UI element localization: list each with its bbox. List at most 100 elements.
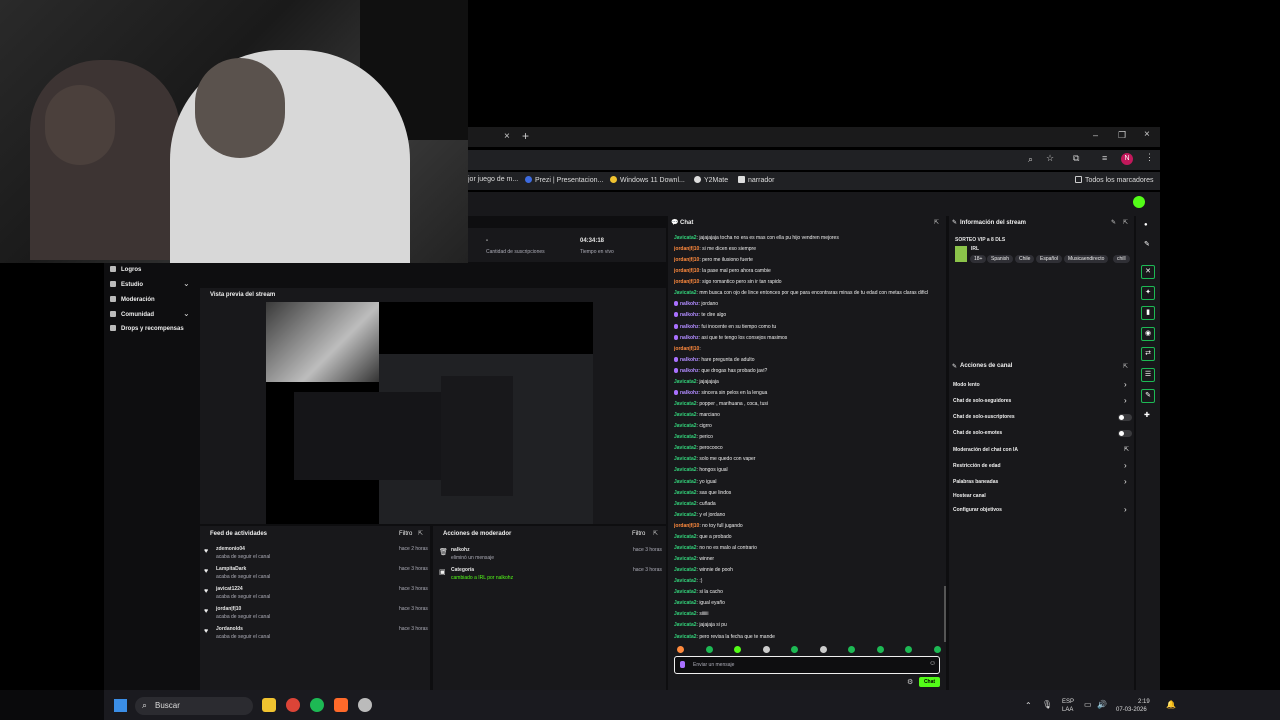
volume-icon[interactable]: 🔊 (1097, 700, 1107, 709)
chevron-right-icon[interactable]: › (1124, 461, 1127, 470)
chat-username[interactable]: jordan|f|10 (674, 246, 699, 252)
mod-filter-button[interactable]: Filtro (632, 531, 645, 537)
language-top[interactable]: ESP (1062, 699, 1074, 705)
chat-username[interactable]: Javicata2 (674, 578, 697, 584)
tag[interactable]: chill (1113, 255, 1130, 263)
activity-user[interactable]: jordan|f|10 (216, 606, 241, 612)
chevron-right-icon[interactable]: › (1124, 396, 1127, 405)
sidebar-item-drops[interactable]: Drops y recompensas (110, 325, 184, 332)
info-icon[interactable]: ● (1144, 222, 1148, 228)
chat-username[interactable]: Javicata2 (674, 501, 697, 507)
channel-action-item[interactable]: Chat de solo-emotes (953, 430, 1002, 436)
popout-icon[interactable]: ⇱ (934, 219, 939, 226)
emote-icon[interactable] (705, 646, 713, 653)
bookmark-item[interactable]: jor juego de m... (468, 176, 518, 183)
emote-icon[interactable] (905, 646, 912, 653)
notification-icon[interactable]: 🔔 (1166, 700, 1176, 709)
chat-username[interactable]: Javicata2 (674, 423, 697, 429)
clock-time[interactable]: 2:19 (1138, 699, 1150, 705)
chat-send-button[interactable]: Chat (919, 677, 940, 687)
emoji-icon[interactable]: ☺ (929, 660, 936, 667)
tag[interactable]: Spanish (987, 255, 1014, 263)
chevron-down-icon[interactable]: ⌄ (183, 309, 190, 318)
activity-user[interactable]: javicat1224 (216, 586, 243, 592)
bookmark-item[interactable]: Y2Mate (694, 176, 728, 184)
chat-username[interactable]: Javicata2 (674, 534, 697, 540)
chat-username[interactable]: Javicata2 (674, 545, 697, 551)
quick-action-button[interactable]: ▮ (1141, 306, 1155, 320)
chat-username[interactable]: Javicata2 (674, 556, 697, 562)
quick-action-button[interactable]: ⇄ (1141, 347, 1155, 361)
quick-action-button[interactable]: ◉ (1141, 327, 1155, 341)
tag[interactable]: Español (1036, 255, 1063, 263)
popout-icon[interactable]: ⇱ (1123, 363, 1128, 370)
sidebar-item-estudio[interactable]: Estudio (110, 281, 143, 288)
sidebar-item-moderacion[interactable]: Moderación (110, 296, 155, 303)
chevron-right-icon[interactable]: › (1124, 477, 1127, 486)
chat-username[interactable]: nalkohz (680, 368, 699, 374)
popout-icon[interactable]: ⇱ (653, 530, 658, 537)
tag[interactable]: 18+ (970, 255, 987, 263)
chevron-up-icon[interactable]: ⌃ (1025, 701, 1032, 710)
all-bookmarks[interactable]: Todos los marcadores (1075, 176, 1153, 184)
bookmark-item[interactable]: narrador (738, 176, 774, 184)
clock-date[interactable]: 07-03-2026 (1116, 707, 1147, 713)
chat-username[interactable]: Javicata2 (674, 290, 697, 296)
chat-username[interactable]: nalkohz (680, 324, 699, 330)
microphone-icon[interactable]: 🎙 (1042, 700, 1052, 709)
activity-user[interactable]: zdemonio04 (216, 546, 245, 552)
settings-icon[interactable]: ⚙ (907, 678, 913, 686)
chat-username[interactable]: Javicata2 (674, 589, 697, 595)
chevron-right-icon[interactable]: › (1124, 505, 1127, 514)
file-explorer-icon[interactable] (262, 698, 276, 712)
chevron-down-icon[interactable]: ⌄ (183, 279, 190, 288)
chat-scrollbar[interactable] (944, 586, 946, 642)
emote-icon[interactable] (762, 646, 770, 653)
chat-username[interactable]: Javicata2 (674, 434, 697, 440)
channel-action-item[interactable]: Chat de solo-seguidores (953, 398, 1011, 404)
taskbar-search[interactable]: ⌕ Buscar (135, 697, 253, 715)
chat-username[interactable]: Javicata2 (674, 567, 697, 573)
profile-avatar[interactable]: N (1121, 153, 1133, 165)
channel-action-item[interactable]: Hostear canal (953, 493, 986, 499)
chat-username[interactable]: Javicata2 (674, 634, 697, 640)
emote-icon[interactable] (876, 646, 884, 653)
chat-username[interactable]: Javicata2 (674, 445, 697, 451)
emote-icon[interactable] (677, 646, 684, 653)
channel-action-item[interactable]: Palabras baneadas (953, 479, 998, 485)
category-label[interactable]: IRL (971, 246, 979, 252)
chat-username[interactable]: Javicata2 (674, 456, 697, 462)
close-window-icon[interactable]: × (1144, 129, 1150, 140)
tag[interactable]: Musicaendirecto (1064, 255, 1109, 263)
language-bottom[interactable]: LAA (1062, 707, 1073, 713)
popout-icon[interactable]: ⇱ (1123, 219, 1128, 226)
channel-action-item[interactable]: Restricción de edad (953, 463, 1001, 469)
chat-username[interactable]: jordan|f|10 (674, 268, 699, 274)
chat-username[interactable]: Javicata2 (674, 379, 697, 385)
stream-preview-video[interactable] (266, 302, 593, 524)
emote-icon[interactable] (734, 646, 741, 653)
chat-username[interactable]: jordan|f|10 (674, 257, 699, 263)
obs-icon[interactable] (358, 698, 372, 712)
tag[interactable]: Chile (1015, 255, 1035, 263)
chat-username[interactable]: Javicata2 (674, 479, 697, 485)
chevron-right-icon[interactable]: › (1124, 380, 1127, 389)
chat-username[interactable]: nalkohz (680, 357, 699, 363)
chat-username[interactable]: Javicata2 (674, 412, 697, 418)
app-icon[interactable] (334, 698, 348, 712)
zoom-icon[interactable]: ⌕ (1028, 154, 1033, 165)
toggle-switch[interactable] (1118, 414, 1132, 421)
category-thumbnail[interactable] (955, 246, 967, 262)
mod-action-user[interactable]: nalkohz (451, 547, 470, 553)
chat-username[interactable]: Javicata2 (674, 235, 697, 241)
bookmark-item[interactable]: Windows 11 Downl... (610, 176, 685, 184)
channel-action-item[interactable]: Configurar objetivos (953, 507, 1002, 513)
chat-username[interactable]: Javicata2 (674, 490, 697, 496)
user-avatar[interactable] (1133, 196, 1145, 208)
bookmark-item[interactable]: Prezi | Presentacion... (525, 176, 603, 184)
quick-action-button[interactable]: ☰ (1141, 368, 1155, 382)
activity-user[interactable]: LampitaDark (216, 566, 246, 572)
chat-username[interactable]: nalkohz (680, 390, 699, 396)
edit-icon[interactable]: ✎ (1111, 219, 1116, 226)
emote-icon[interactable] (791, 646, 798, 653)
